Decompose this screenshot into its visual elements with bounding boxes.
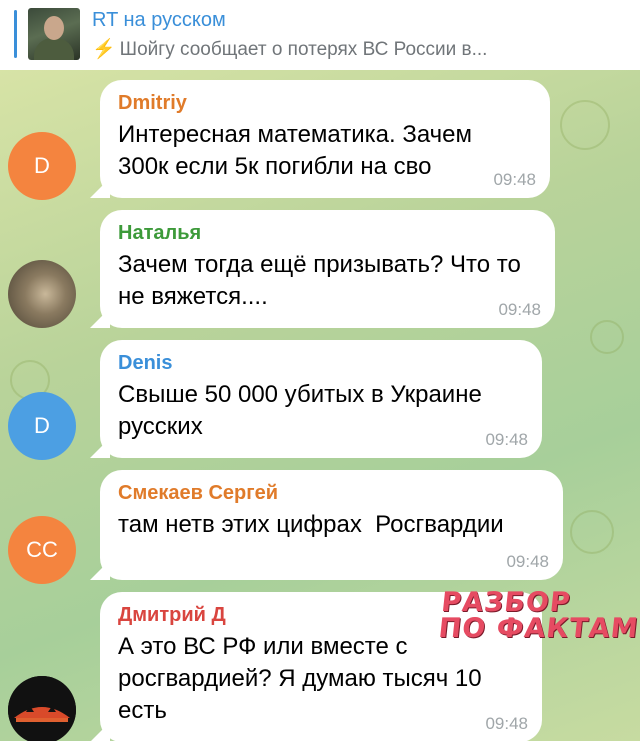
watermark-line-2: ПО ФАКТАМ: [437, 613, 640, 644]
message-text: Свыше 50 000 убитых в Украине русских: [118, 381, 482, 440]
avatar[interactable]: D: [8, 132, 76, 200]
bubble-tail: [90, 722, 110, 741]
message-text: Зачем тогда ещё призывать? Что то не вяж…: [118, 251, 521, 310]
message-bubble[interactable]: Dmitriy Интересная математика. Зачем 300…: [90, 80, 550, 198]
message-text: там нетв этих цифрах Росгвардии: [118, 511, 504, 538]
bubble-tail: [90, 560, 110, 580]
background-doodle: [570, 510, 614, 554]
pinned-indicator: [14, 10, 17, 58]
background-doodle: [560, 100, 610, 150]
message-bubble[interactable]: Denis Свыше 50 000 убитых в Украине русс…: [90, 340, 542, 458]
avatar-initials: D: [34, 153, 50, 178]
message-time: 09:48: [485, 430, 528, 449]
bubble-tail: [90, 178, 110, 198]
message-author[interactable]: Denis: [118, 352, 524, 375]
message-author[interactable]: Dmitriy: [118, 92, 532, 115]
lightning-icon: ⚡: [92, 39, 116, 60]
pinned-channel-name: RT на русском: [92, 9, 226, 31]
message-text: Интересная математика. Зачем 300к если 5…: [118, 121, 473, 180]
message-bubble[interactable]: Смекаев Сергей там нетв этих цифрах Росг…: [90, 470, 563, 580]
message-time: 09:48: [493, 170, 536, 189]
avatar-initials: CC: [26, 537, 58, 562]
message-time: 09:48: [498, 300, 541, 319]
bubble-tail: [90, 308, 110, 328]
watermark: РАЗБОР ПО ФАКТАМ: [437, 587, 640, 644]
message-time: 09:48: [485, 714, 528, 733]
avatar-initials: D: [34, 413, 50, 438]
avatar-logo-image: [8, 676, 76, 741]
pinned-preview-text: Шойгу сообщает о потерях ВС России в...: [119, 39, 488, 60]
message-time: 09:48: [506, 552, 549, 571]
pinned-preview: ⚡ Шойгу сообщает о потерях ВС России в...: [92, 37, 487, 61]
avatar[interactable]: CC: [8, 516, 76, 584]
pinned-thumbnail: [28, 8, 80, 60]
message-author[interactable]: Смекаев Сергей: [118, 482, 545, 505]
avatar[interactable]: [8, 676, 76, 741]
message-bubble[interactable]: Наталья Зачем тогда ещё призывать? Что т…: [90, 210, 555, 328]
avatar[interactable]: [8, 260, 76, 328]
background-doodle: [590, 320, 624, 354]
bubble-tail: [90, 438, 110, 458]
pinned-message-bar[interactable]: RT на русском ⚡ Шойгу сообщает о потерях …: [0, 0, 640, 70]
avatar[interactable]: D: [8, 392, 76, 460]
message-author[interactable]: Наталья: [118, 222, 537, 245]
message-text: А это ВС РФ или вместе с росгвардией? Я …: [118, 633, 482, 724]
